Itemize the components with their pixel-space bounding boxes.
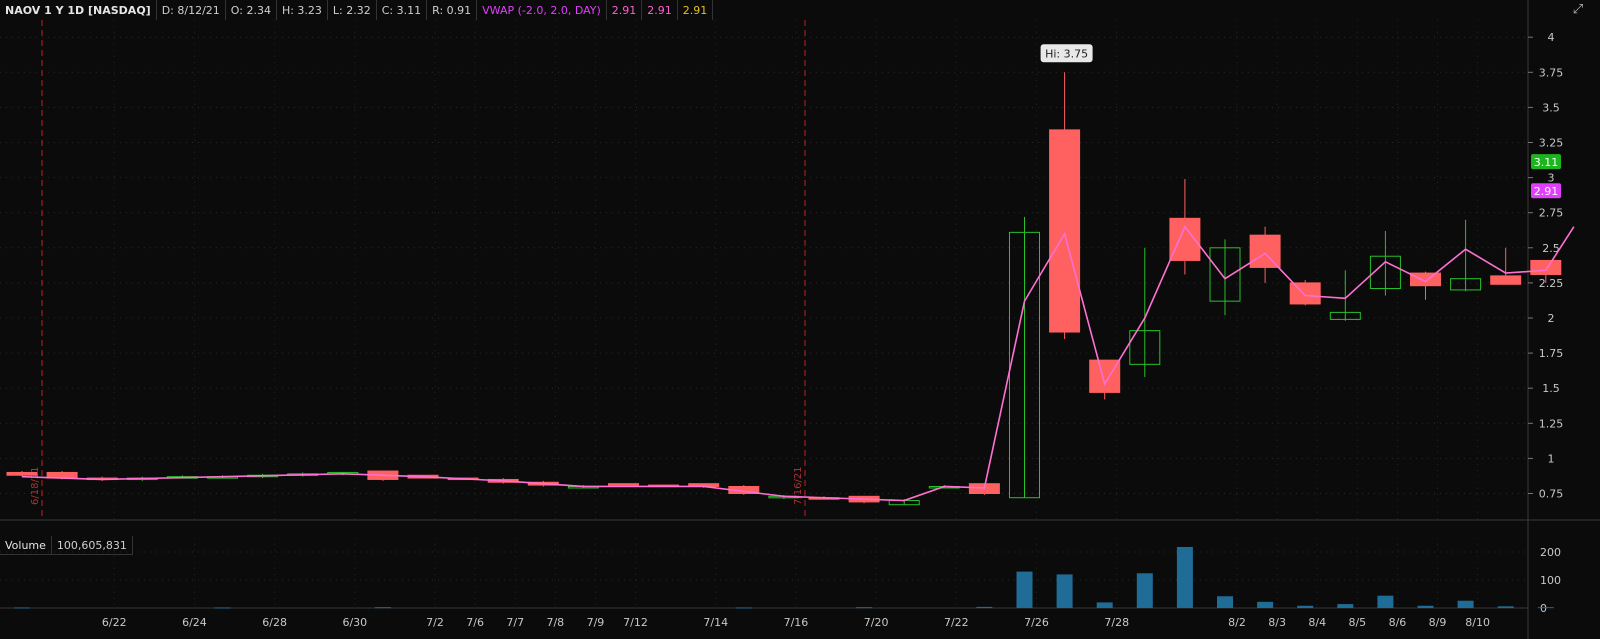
y-tick-label: 0.75	[1539, 488, 1564, 501]
x-tick-label: 8/9	[1429, 616, 1447, 629]
y-tick-label: 2.75	[1539, 207, 1564, 220]
volume-bar	[1537, 607, 1554, 609]
x-tick-label: 7/14	[703, 616, 728, 629]
volume-tick-label: 0	[1540, 602, 1547, 615]
y-tick-label: 2	[1548, 312, 1555, 325]
x-tick-label: 7/2	[426, 616, 444, 629]
candle-body	[1530, 259, 1562, 275]
x-tick-label: 8/6	[1389, 616, 1407, 629]
x-tick-label: 7/12	[623, 616, 648, 629]
x-tick-label: 6/28	[262, 616, 287, 629]
x-tick-label: 7/20	[864, 616, 889, 629]
volume-bar	[1176, 546, 1193, 608]
volume-bar	[976, 606, 993, 608]
volume-bar	[1136, 573, 1153, 608]
volume-bar	[1377, 595, 1394, 608]
candle-body	[608, 483, 639, 486]
volume-bar	[14, 607, 30, 609]
x-tick-label: 7/7	[506, 616, 524, 629]
x-tick-label: 6/24	[182, 616, 207, 629]
x-tick-label: 6/30	[342, 616, 367, 629]
volume-bar	[1257, 601, 1274, 608]
vwap-line	[21, 225, 1575, 502]
y-tick-label: 3.5	[1542, 101, 1560, 114]
date-readout: D: 8/12/21	[157, 0, 226, 20]
y-tick-label: 3.25	[1539, 137, 1564, 150]
high-readout: H: 3.23	[277, 0, 328, 20]
range-readout: R: 0.91	[427, 0, 478, 20]
y-tick-label: 3.75	[1539, 66, 1564, 79]
volume-bar	[735, 607, 752, 609]
volume-bar	[1417, 605, 1434, 608]
x-tick-label: 6/22	[102, 616, 127, 629]
open-readout: O: 2.34	[226, 0, 277, 20]
candle-body	[1410, 272, 1441, 287]
volume-bar	[1056, 574, 1073, 608]
y-tick-label: 1	[1548, 452, 1555, 465]
last-price-text: 3.11	[1534, 156, 1559, 169]
x-tick-label: 8/4	[1308, 616, 1326, 629]
y-tick-label: 1.5	[1542, 382, 1560, 395]
volume-bar	[1096, 602, 1113, 608]
volume-bar	[1337, 604, 1354, 608]
y-tick-label: 2.25	[1539, 277, 1564, 290]
vwap-price-text: 2.91	[1534, 185, 1559, 198]
volume-pane-header: Volume 100,605,831	[0, 536, 133, 555]
x-tick-label: 7/16	[784, 616, 809, 629]
x-tick-label: 8/3	[1268, 616, 1286, 629]
y-tick-label: 1.75	[1539, 347, 1564, 360]
candle-body	[6, 471, 38, 476]
vwap-value-1: 2.91	[607, 0, 643, 20]
volume-tick-label: 100	[1540, 574, 1561, 587]
vwap-value-2: 2.91	[642, 0, 678, 20]
volume-bar	[1016, 571, 1033, 608]
volume-label[interactable]: Volume	[0, 536, 52, 554]
price-chart[interactable]: 0.7511.251.51.7522.252.52.7533.253.53.75…	[0, 0, 1600, 639]
close-readout: C: 3.11	[377, 0, 428, 20]
vwap-value-3: 2.91	[678, 0, 714, 20]
x-tick-label: 7/9	[587, 616, 605, 629]
candle-body	[1089, 359, 1121, 393]
x-tick-label: 7/28	[1104, 616, 1129, 629]
symbol-title[interactable]: NAOV 1 Y 1D [NASDAQ]	[0, 0, 157, 20]
x-tick-label: 7/8	[546, 616, 564, 629]
volume-bar	[856, 607, 873, 609]
x-tick-label: 7/26	[1024, 616, 1049, 629]
low-readout: L: 2.32	[328, 0, 377, 20]
y-tick-label: 4	[1548, 31, 1555, 44]
volume-bar	[214, 607, 231, 609]
candle-body	[1249, 234, 1281, 268]
x-tick-label: 7/6	[466, 616, 484, 629]
candles	[6, 72, 1562, 506]
expand-chart-icon[interactable]: ⤢	[1570, 2, 1586, 18]
chart-header: NAOV 1 Y 1D [NASDAQ] D: 8/12/21 O: 2.34 …	[0, 0, 714, 20]
x-tick-label: 7/22	[944, 616, 969, 629]
volume-bar	[1457, 600, 1474, 608]
volume-total: 100,605,831	[52, 536, 133, 554]
y-tick-label: 3	[1548, 172, 1555, 185]
x-tick-label: 8/10	[1465, 616, 1490, 629]
candle-body	[1049, 129, 1081, 333]
vwap-study-label[interactable]: VWAP (-2.0, 2.0, DAY)	[477, 0, 607, 20]
volume-bar	[374, 607, 391, 609]
y-tick-label: 1.25	[1539, 417, 1564, 430]
volume-tick-label: 200	[1540, 546, 1561, 559]
x-tick-label: 8/2	[1228, 616, 1246, 629]
volume-bar	[1297, 605, 1314, 608]
volume-bar	[1217, 596, 1233, 608]
candle-body	[1289, 282, 1321, 305]
volume-bar	[1497, 606, 1514, 608]
date-marker-label: 7/16/21	[793, 466, 804, 505]
candle-body	[1490, 275, 1522, 285]
volume-bars	[14, 546, 1554, 609]
hi-label-text: Hi: 3.75	[1045, 47, 1088, 60]
x-tick-label: 8/5	[1348, 616, 1366, 629]
